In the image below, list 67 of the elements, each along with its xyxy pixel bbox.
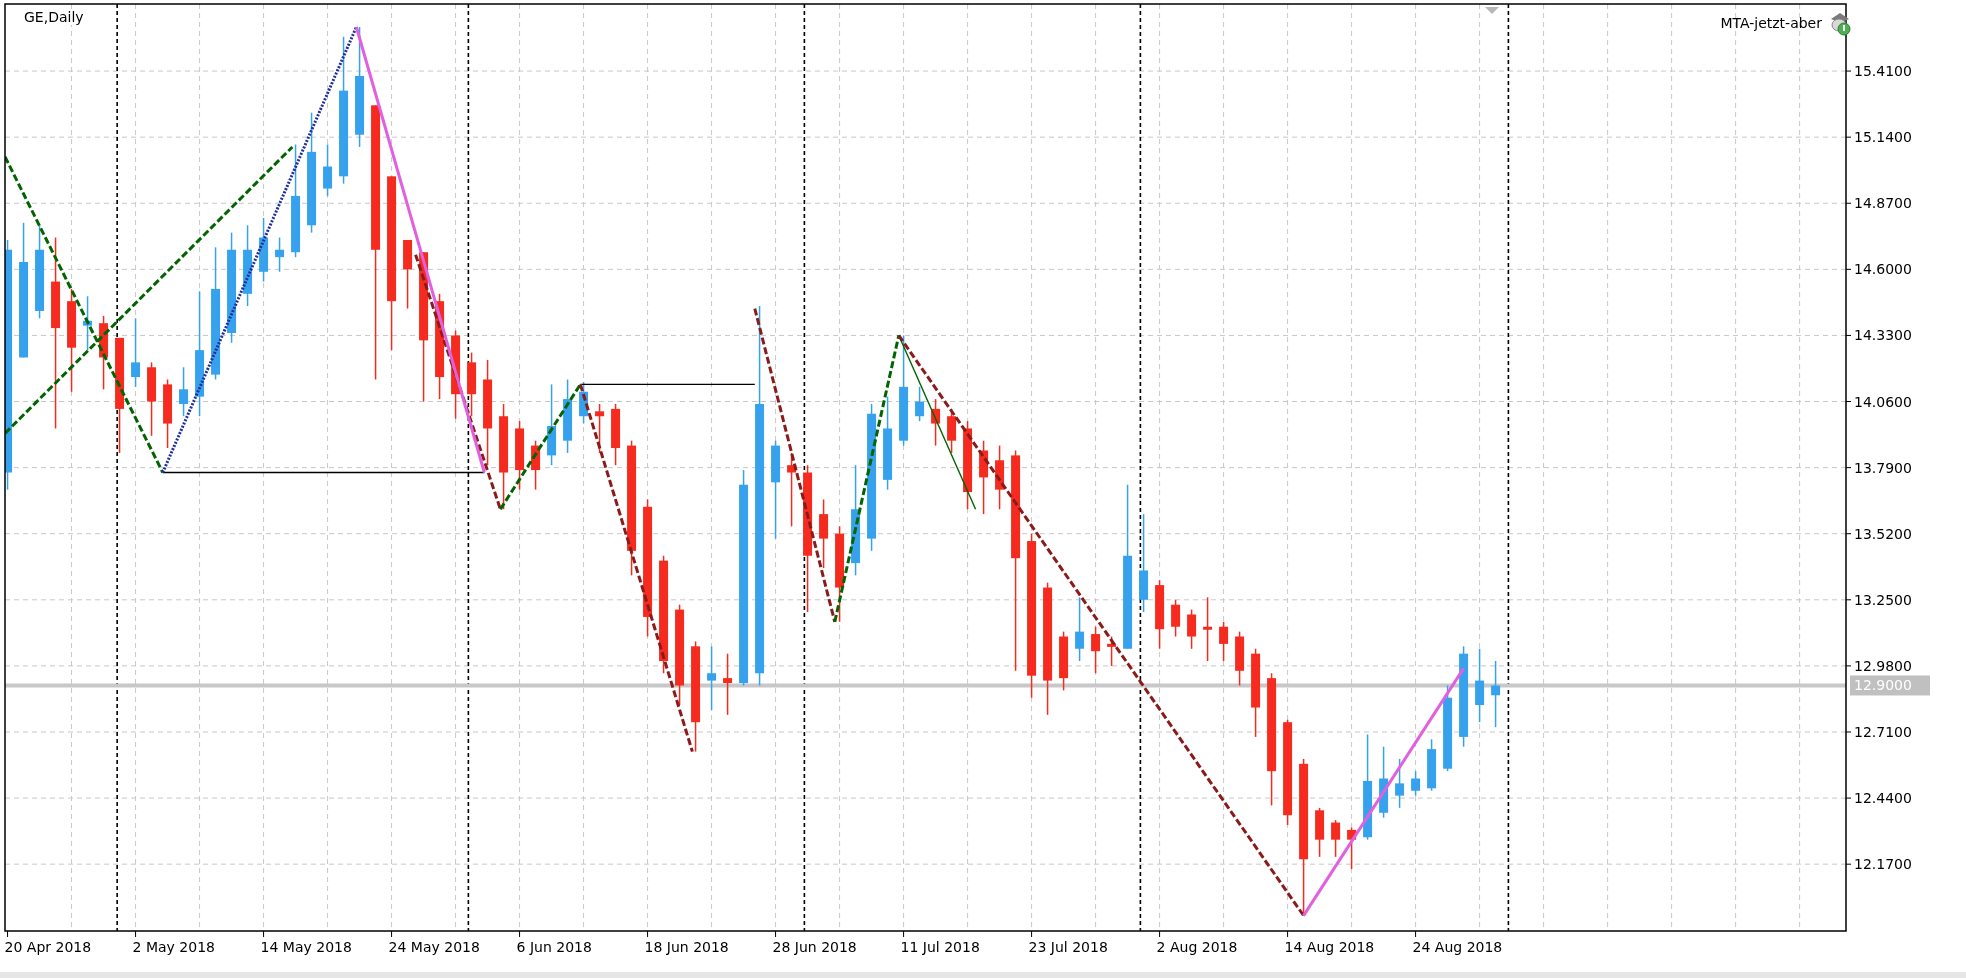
candlestick — [323, 143, 333, 197]
candlestick — [1091, 626, 1101, 674]
price-label: 12.4400 — [1854, 790, 1912, 807]
candlestick — [931, 398, 941, 447]
candlestick — [403, 239, 413, 310]
candlestick — [515, 420, 525, 491]
expert-advisor-name: MTA-jetzt-aber — [1720, 15, 1822, 31]
candlestick — [467, 351, 477, 417]
date-label: 6 Jun 2018 — [516, 939, 592, 955]
candlestick — [163, 378, 173, 449]
candlestick — [995, 444, 1005, 510]
date-label: 2 Aug 2018 — [1156, 939, 1238, 955]
expert-advisor-icon[interactable] — [1828, 10, 1852, 36]
candlestick — [1155, 579, 1165, 650]
candlestick — [595, 403, 605, 454]
candlestick — [1219, 621, 1229, 662]
date-label: 14 Aug 2018 — [1284, 939, 1375, 955]
date-label: 24 May 2018 — [388, 939, 480, 955]
date-label: 20 Apr 2018 — [4, 939, 92, 955]
price-label: 14.3300 — [1854, 327, 1912, 344]
date-label: 14 May 2018 — [260, 939, 352, 955]
candlestick — [1315, 807, 1325, 858]
price-label: 13.7900 — [1854, 459, 1912, 476]
candlestick — [611, 403, 621, 466]
candlestick — [1235, 630, 1245, 687]
price-label: 12.1700 — [1854, 856, 1912, 873]
candlestick — [1491, 660, 1501, 728]
price-label: 14.6000 — [1854, 261, 1912, 278]
candlestick — [1203, 596, 1213, 662]
date-label: 23 Jul 2018 — [1028, 939, 1108, 955]
candlestick — [1107, 635, 1117, 667]
price-label: 12.9800 — [1854, 657, 1912, 674]
date-label: 2 May 2018 — [132, 939, 215, 955]
candlestick — [179, 366, 189, 417]
price-label: 15.1400 — [1854, 129, 1912, 146]
candlestick — [1059, 630, 1069, 692]
date-label: 11 Jul 2018 — [900, 939, 980, 955]
price-label: 12.7100 — [1854, 724, 1912, 740]
candlestick — [579, 381, 589, 425]
shift-marker-icon[interactable] — [1485, 7, 1499, 14]
price-label: 14.8700 — [1854, 195, 1912, 212]
candlestick — [1187, 608, 1197, 650]
candlestick — [1171, 599, 1181, 638]
chart-symbol-label: GE,Daily — [24, 9, 84, 25]
candlestick — [531, 439, 541, 491]
date-label: 18 Jun 2018 — [644, 939, 729, 955]
date-label: 28 Jun 2018 — [772, 939, 857, 955]
date-label: 24 Aug 2018 — [1412, 939, 1503, 955]
candlestick — [1427, 738, 1437, 792]
candlestick — [707, 645, 717, 711]
candlestick — [275, 236, 285, 273]
candlestick — [1411, 770, 1421, 797]
candlestick — [1075, 596, 1085, 662]
current-price-tag: 12.9000 — [1850, 675, 1930, 696]
price-label: 14.0600 — [1854, 393, 1912, 410]
candlestick — [131, 317, 141, 388]
price-label: 15.4100 — [1854, 63, 1912, 80]
candlestick — [723, 652, 733, 716]
candlestick — [1331, 819, 1341, 858]
price-label: 13.5200 — [1854, 525, 1912, 542]
price-label: 13.2500 — [1854, 591, 1912, 608]
candlestick — [915, 386, 925, 422]
candlestick — [83, 295, 93, 351]
candlestick — [819, 498, 829, 569]
candlestick — [1347, 826, 1357, 870]
candlestick — [259, 217, 269, 283]
candlestick — [1395, 758, 1405, 809]
